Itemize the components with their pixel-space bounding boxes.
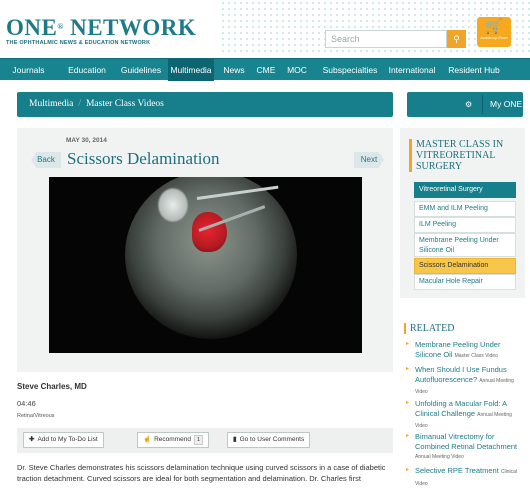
related-item[interactable]: ▸ Membrane Peeling Under Silicone Oil Mas… [406, 340, 524, 361]
nav-cme[interactable]: CME [254, 59, 278, 81]
back-button[interactable]: Back [31, 152, 61, 168]
sidebar-item-emm-ilm-peeling[interactable]: EMM and ILM Peeling [414, 201, 516, 217]
breadcrumb: Multimedia / Master Class Videos [17, 92, 393, 117]
sidebar-item-vitreoretinal-surgery[interactable]: Vitreoretinal Surgery [414, 182, 516, 198]
search-button[interactable]: ⚲ [447, 30, 466, 48]
nav-multimedia[interactable]: Multimedia [168, 59, 214, 81]
related-title[interactable]: Bimanual Vitrectomy for Combined Retinal… [415, 432, 517, 451]
add-todo-label: Add to My To-Do List [37, 436, 98, 443]
bullet-icon: ▸ [406, 433, 410, 439]
related-heading: RELATED [404, 323, 454, 334]
logo-one: ONE [6, 15, 58, 40]
cart-label: Academy Store [480, 35, 508, 40]
related-item[interactable]: ▸ Bimanual Vitrectomy for Combined Retina… [406, 432, 524, 463]
publish-date: MAY 30, 2014 [66, 137, 107, 144]
nav-moc[interactable]: MOC [284, 59, 310, 81]
nav-international[interactable]: International [386, 59, 438, 81]
related-item[interactable]: ▸ When Should I Use Fundus Autofluorescen… [406, 365, 524, 398]
plus-icon: ✚ [29, 436, 35, 443]
author-name: Steve Charles, MD [17, 382, 87, 391]
logo-registered: ® [57, 22, 64, 31]
sidebar-item-ilm-peeling[interactable]: ILM Peeling [414, 217, 516, 233]
sidebar-item-membrane-peeling-silicone-oil[interactable]: Membrane Peeling Under Silicone Oil [414, 233, 516, 257]
action-toolbar: ✚ Add to My To-Do List ☝ Recommend 1 ▮ Go to… [17, 428, 393, 453]
my-one-divider [482, 95, 483, 114]
nav-journals[interactable]: Journals [6, 59, 51, 81]
related-item[interactable]: ▸ Unfolding a Macular Fold: A Clinical Ch… [406, 399, 524, 432]
video-frame-fundus [125, 177, 297, 339]
site-logo[interactable]: ONE® NETWORK [6, 15, 197, 40]
video-category[interactable]: Retina/Vitreous [17, 413, 55, 419]
user-comments-label: Go to User Comments [239, 436, 305, 443]
recommend-count: 1 [193, 435, 204, 445]
sidebar-heading: MASTER CLASS IN VITREORETINAL SURGERY [409, 139, 522, 172]
recommend-button[interactable]: ☝ Recommend 1 [137, 432, 210, 448]
logo-tagline: THE OPHTHALMIC NEWS & EDUCATION NETWORK [6, 40, 151, 46]
gear-icon[interactable]: ⚙ [465, 92, 472, 117]
search-icon: ⚲ [453, 34, 460, 44]
page-title: Scissors Delamination [67, 149, 220, 168]
video-duration: 04:46 [17, 399, 36, 408]
related-type: Annual Meeting Video [415, 454, 464, 460]
cart-icon: 🛒 [485, 18, 503, 34]
sidebar-item-scissors-delamination[interactable]: Scissors Delamination [414, 258, 516, 274]
bullet-icon: ▸ [406, 467, 410, 473]
academy-store-button[interactable]: 🛒 Academy Store [477, 17, 511, 47]
sidebar-item-macular-hole-repair[interactable]: Macular Hole Repair [414, 274, 516, 290]
nav-guidelines[interactable]: Guidelines [117, 59, 165, 81]
video-description: Dr. Steve Charles demonstrates his sciss… [17, 463, 386, 483]
thumbs-up-icon: ☝ [143, 436, 152, 443]
bullet-icon: ▸ [406, 341, 410, 347]
nav-resident-hub[interactable]: Resident Hub [444, 59, 504, 81]
my-one-bar: ⚙ My ONE [407, 92, 523, 117]
logo-network: NETWORK [70, 15, 197, 40]
video-frame-hemorrhage [192, 212, 227, 252]
my-one-link[interactable]: My ONE [490, 92, 522, 117]
breadcrumb-current: Master Class Videos [85, 99, 164, 109]
add-todo-button[interactable]: ✚ Add to My To-Do List [23, 432, 104, 448]
breadcrumb-separator: / [78, 99, 81, 109]
main-nav: Journals Education Guidelines Multimedia… [0, 58, 530, 81]
bullet-icon: ▸ [406, 400, 410, 406]
comment-icon: ▮ [233, 436, 237, 443]
recommend-label: Recommend [154, 436, 191, 443]
related-title[interactable]: Selective RPE Treatment [415, 466, 499, 475]
search-input[interactable]: Search [325, 30, 447, 48]
next-button[interactable]: Next [354, 152, 384, 168]
related-type: Master Class Video [454, 352, 498, 359]
nav-news[interactable]: News [220, 59, 248, 81]
nav-education[interactable]: Education [63, 59, 111, 81]
video-frame-glare [157, 187, 189, 223]
user-comments-button[interactable]: ▮ Go to User Comments [227, 432, 311, 448]
breadcrumb-multimedia[interactable]: Multimedia [29, 99, 73, 109]
nav-subspecialties[interactable]: Subspecialties [320, 59, 380, 81]
related-item[interactable]: ▸ Selective RPE Treatment Clinical Video [406, 466, 524, 489]
video-player[interactable] [49, 177, 362, 353]
bullet-icon: ▸ [406, 366, 410, 372]
